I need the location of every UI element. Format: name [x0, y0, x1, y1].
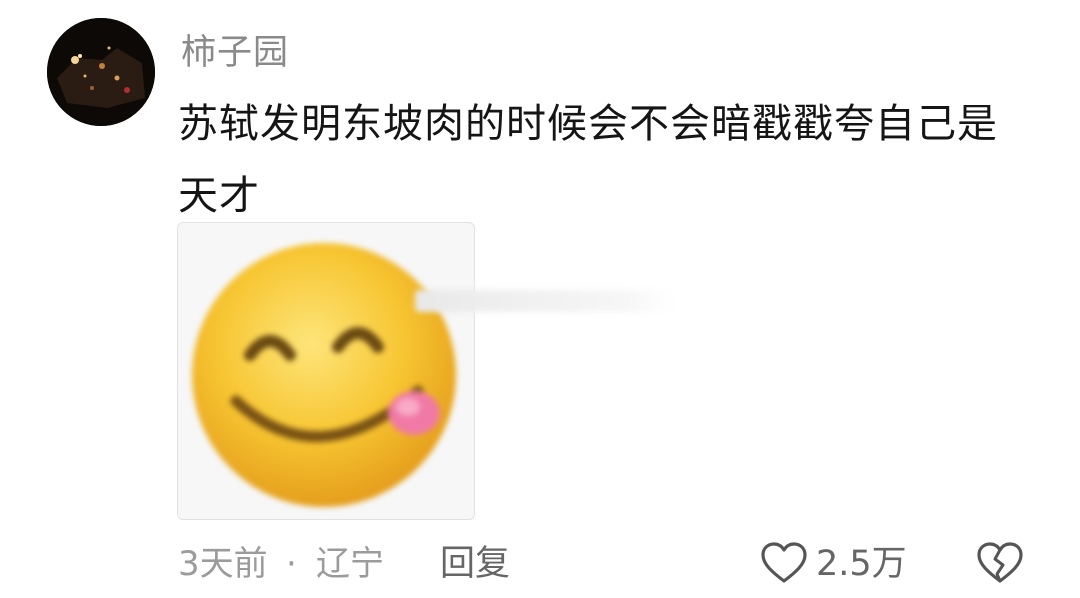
like-count: 2.5万 — [816, 544, 907, 584]
blurred-content — [415, 290, 675, 312]
avatar-image — [47, 18, 155, 126]
comment-text: 苏轼发明东坡肉的时候会不会暗戳戳夸自己是天才 — [178, 101, 998, 219]
meta-separator: · — [286, 544, 297, 584]
reply-button[interactable]: 回复 — [440, 540, 510, 588]
heart-outline-icon[interactable] — [760, 541, 808, 585]
comment-time: 3天前 — [178, 544, 268, 584]
comment-item: 柿子园 苏轼发明东坡肉的时候会不会暗戳戳夸自己是天才 3天前 · 辽宁 回复 2… — [0, 0, 1080, 598]
username[interactable]: 柿子园 — [181, 24, 289, 75]
user-avatar[interactable] — [47, 18, 155, 126]
broken-heart-icon[interactable] — [976, 541, 1024, 585]
tongue-out-smiley-emoji-icon — [192, 243, 456, 507]
sticker-image[interactable] — [177, 222, 475, 520]
comment-location: 辽宁 — [316, 544, 384, 584]
